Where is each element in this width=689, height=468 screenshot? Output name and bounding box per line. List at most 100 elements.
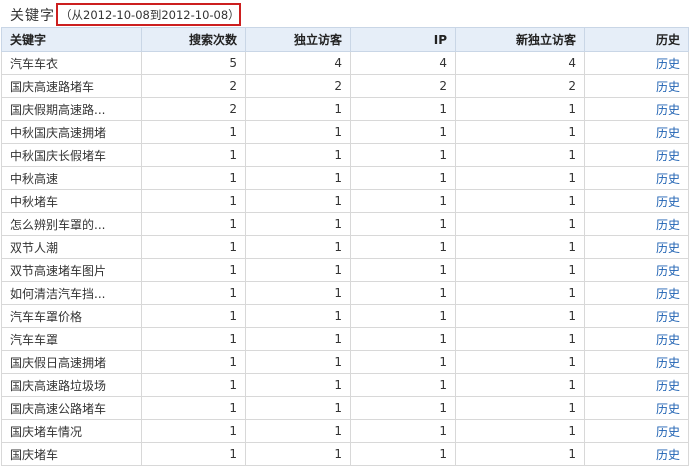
keyword-cell: 汽车车衣 (1, 51, 142, 75)
new-unique-visitors-cell: 1 (455, 442, 585, 466)
history-link[interactable]: 历史 (656, 402, 680, 416)
report-title-bar: 关键字 （从2012-10-08到2012-10-08） (0, 0, 689, 28)
history-link[interactable]: 历史 (656, 195, 680, 209)
ip-cell: 1 (350, 97, 456, 121)
keyword-cell: 中秋高速 (1, 166, 142, 190)
searches-cell: 1 (141, 281, 246, 305)
new-unique-visitors-cell: 1 (455, 120, 585, 144)
searches-cell: 1 (141, 419, 246, 443)
history-cell: 历史 (584, 327, 689, 351)
new-unique-visitors-cell: 1 (455, 327, 585, 351)
unique-visitors-cell: 1 (245, 97, 351, 121)
new-unique-visitors-cell: 1 (455, 281, 585, 305)
history-cell: 历史 (584, 189, 689, 213)
table-row: 怎么辨别车罩的... 1 1 1 1 历史 (1, 212, 689, 236)
unique-visitors-cell: 1 (245, 143, 351, 167)
new-unique-visitors-cell: 2 (455, 74, 585, 98)
keyword-cell: 中秋国庆高速拥堵 (1, 120, 142, 144)
searches-cell: 1 (141, 442, 246, 466)
table-row: 汽车车衣 5 4 4 4 历史 (1, 51, 689, 75)
keyword-cell: 国庆假日高速拥堵 (1, 350, 142, 374)
unique-visitors-cell: 1 (245, 442, 351, 466)
new-unique-visitors-cell: 1 (455, 97, 585, 121)
keyword-cell: 国庆高速路垃圾场 (1, 373, 142, 397)
table-row: 国庆高速路垃圾场 1 1 1 1 历史 (1, 373, 689, 397)
new-unique-visitors-cell: 1 (455, 396, 585, 420)
history-cell: 历史 (584, 212, 689, 236)
table-row: 国庆假期高速路... 2 1 1 1 历史 (1, 97, 689, 121)
keyword-cell: 怎么辨别车罩的... (1, 212, 142, 236)
unique-visitors-cell: 1 (245, 166, 351, 190)
history-link[interactable]: 历史 (656, 264, 680, 278)
searches-cell: 1 (141, 212, 246, 236)
ip-cell: 2 (350, 74, 456, 98)
history-cell: 历史 (584, 442, 689, 466)
history-link[interactable]: 历史 (656, 379, 680, 393)
searches-cell: 1 (141, 350, 246, 374)
history-cell: 历史 (584, 350, 689, 374)
table-header-row: 关键字 搜索次数 独立访客 IP 新独立访客 历史 (1, 27, 689, 52)
table-row: 双节高速堵车图片 1 1 1 1 历史 (1, 258, 689, 282)
keyword-cell: 国庆高速公路堵车 (1, 396, 142, 420)
col-header-new-unique-visitors[interactable]: 新独立访客 (455, 27, 585, 52)
table-row: 中秋高速 1 1 1 1 历史 (1, 166, 689, 190)
history-link[interactable]: 历史 (656, 356, 680, 370)
table-row: 国庆堵车 1 1 1 1 历史 (1, 442, 689, 466)
table-body: 汽车车衣 5 4 4 4 历史 国庆高速路堵车 2 2 2 2 历史 国庆假期高速路... 2 1 1 1 历史中… (1, 51, 689, 466)
new-unique-visitors-cell: 4 (455, 51, 585, 75)
history-link[interactable]: 历史 (656, 149, 680, 163)
history-link[interactable]: 历史 (656, 126, 680, 140)
history-link[interactable]: 历史 (656, 218, 680, 232)
history-link[interactable]: 历史 (656, 172, 680, 186)
history-link[interactable]: 历史 (656, 241, 680, 255)
history-link[interactable]: 历史 (656, 103, 680, 117)
ip-cell: 1 (350, 166, 456, 190)
date-range-highlight: （从2012-10-08到2012-10-08） (56, 3, 241, 26)
history-link[interactable]: 历史 (656, 448, 680, 462)
searches-cell: 1 (141, 258, 246, 282)
ip-cell: 1 (350, 235, 456, 259)
ip-cell: 1 (350, 120, 456, 144)
history-cell: 历史 (584, 143, 689, 167)
history-link[interactable]: 历史 (656, 425, 680, 439)
col-header-searches[interactable]: 搜索次数 (141, 27, 246, 52)
new-unique-visitors-cell: 1 (455, 373, 585, 397)
table-row: 汽车车罩 1 1 1 1 历史 (1, 327, 689, 351)
new-unique-visitors-cell: 1 (455, 419, 585, 443)
keyword-table: 关键字 搜索次数 独立访客 IP 新独立访客 历史 汽车车衣 5 4 4 4 历史 国庆高速… (1, 27, 689, 466)
col-header-unique-visitors[interactable]: 独立访客 (245, 27, 351, 52)
searches-cell: 1 (141, 304, 246, 328)
searches-cell: 1 (141, 327, 246, 351)
history-link[interactable]: 历史 (656, 333, 680, 347)
ip-cell: 1 (350, 143, 456, 167)
keyword-cell: 国庆高速路堵车 (1, 74, 142, 98)
searches-cell: 1 (141, 143, 246, 167)
keyword-cell: 双节人潮 (1, 235, 142, 259)
unique-visitors-cell: 1 (245, 373, 351, 397)
history-link[interactable]: 历史 (656, 80, 680, 94)
new-unique-visitors-cell: 1 (455, 304, 585, 328)
keyword-cell: 国庆堵车情况 (1, 419, 142, 443)
history-link[interactable]: 历史 (656, 57, 680, 71)
history-link[interactable]: 历史 (656, 287, 680, 301)
searches-cell: 2 (141, 97, 246, 121)
ip-cell: 1 (350, 189, 456, 213)
ip-cell: 1 (350, 442, 456, 466)
ip-cell: 1 (350, 419, 456, 443)
col-header-keyword[interactable]: 关键字 (1, 27, 142, 52)
col-header-ip[interactable]: IP (350, 27, 456, 52)
table-row: 中秋国庆高速拥堵 1 1 1 1 历史 (1, 120, 689, 144)
table-row: 如何清洁汽车挡... 1 1 1 1 历史 (1, 281, 689, 305)
keyword-cell: 国庆假期高速路... (1, 97, 142, 121)
new-unique-visitors-cell: 1 (455, 258, 585, 282)
page-title: 关键字 (10, 8, 55, 24)
ip-cell: 1 (350, 212, 456, 236)
table-row: 国庆高速路堵车 2 2 2 2 历史 (1, 74, 689, 98)
searches-cell: 2 (141, 74, 246, 98)
col-header-history: 历史 (584, 27, 689, 52)
table-row: 国庆高速公路堵车 1 1 1 1 历史 (1, 396, 689, 420)
history-cell: 历史 (584, 51, 689, 75)
unique-visitors-cell: 1 (245, 281, 351, 305)
history-link[interactable]: 历史 (656, 310, 680, 324)
ip-cell: 1 (350, 373, 456, 397)
